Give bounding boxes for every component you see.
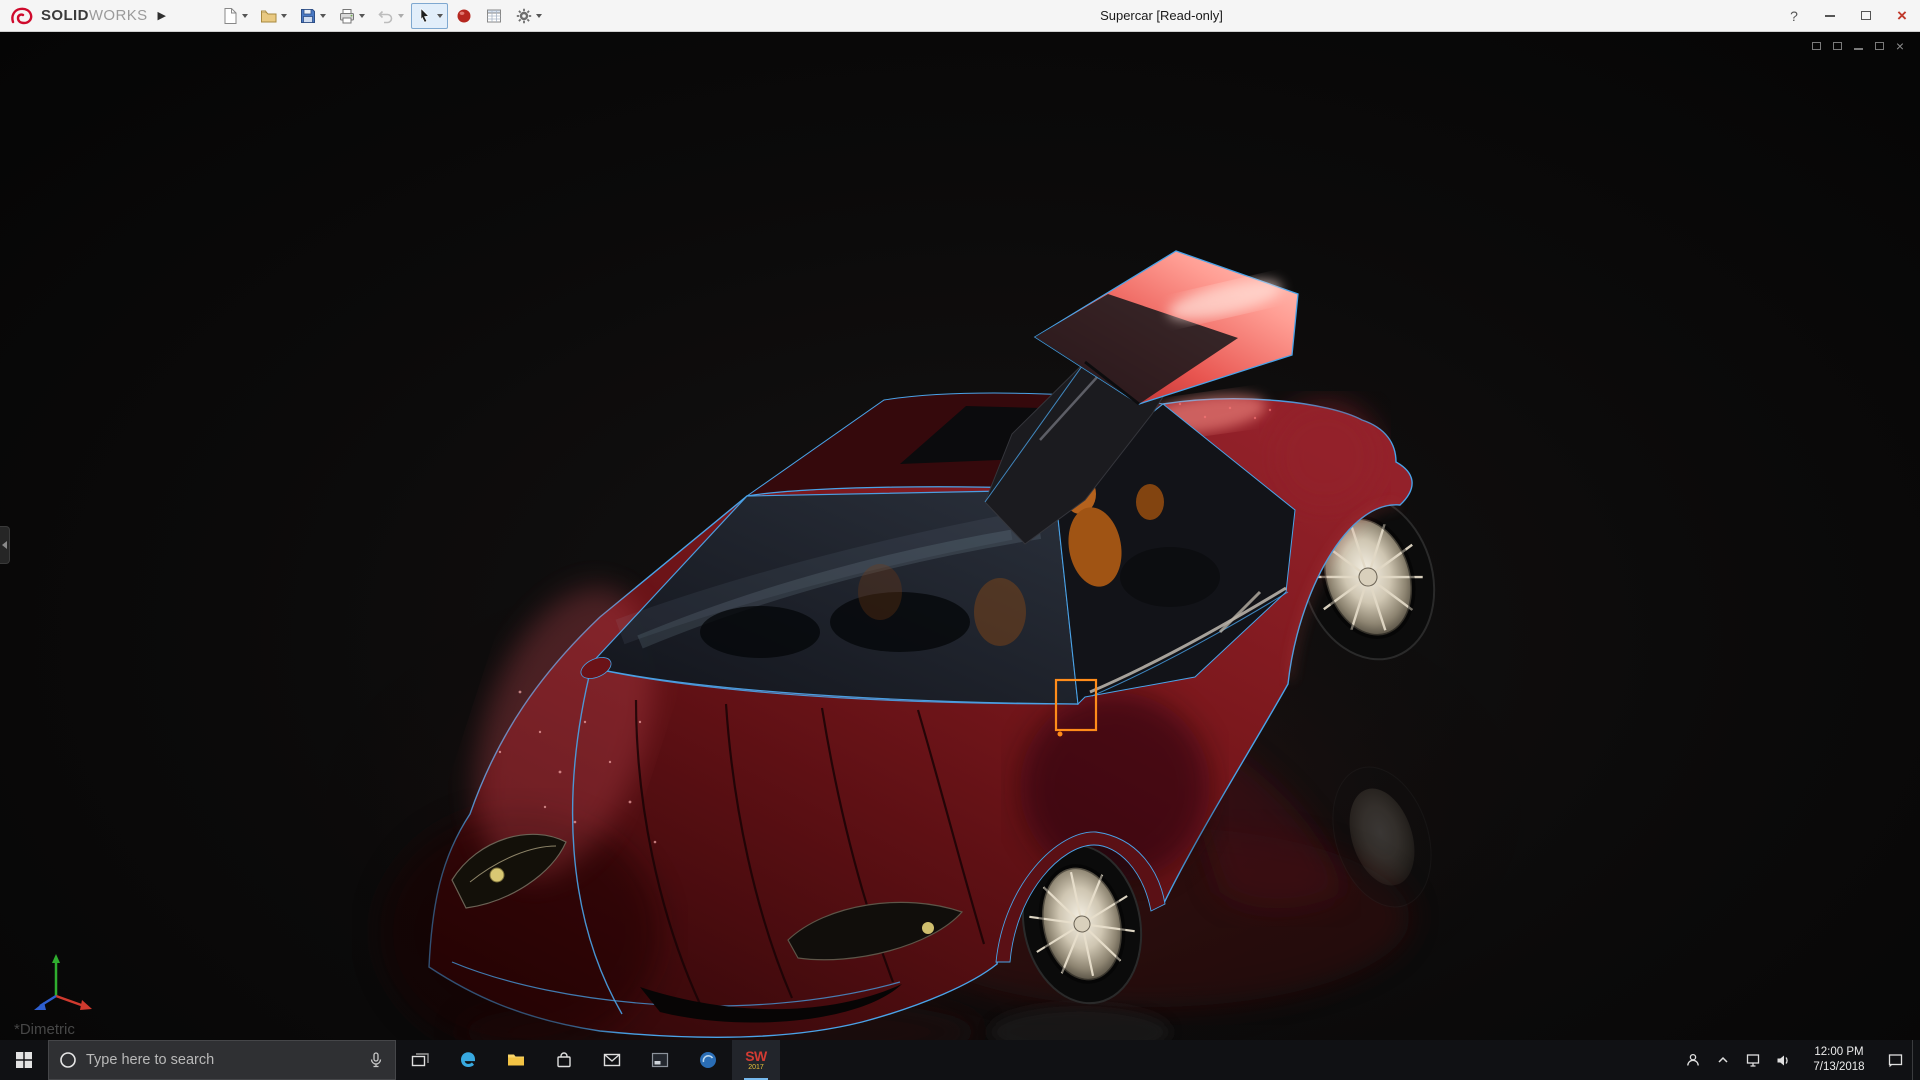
- doc-restore-icon[interactable]: [1833, 42, 1842, 50]
- appearances-button[interactable]: [450, 3, 478, 29]
- envelope-icon: [602, 1050, 622, 1070]
- app-window-icon: [650, 1050, 670, 1070]
- gear-icon: [515, 7, 533, 25]
- windows-logo-icon: [14, 1050, 34, 1070]
- composer-app-button[interactable]: [684, 1040, 732, 1080]
- brand-works: WORKS: [89, 7, 148, 24]
- folder-icon: [506, 1050, 526, 1070]
- doc-close-icon[interactable]: ×: [1896, 40, 1904, 52]
- mail-button[interactable]: [588, 1040, 636, 1080]
- maximize-button[interactable]: [1848, 0, 1884, 32]
- new-document-button[interactable]: [216, 3, 253, 29]
- doc-minimize-icon[interactable]: [1854, 48, 1863, 50]
- edge-icon: [458, 1050, 478, 1070]
- chevron-down-icon: [242, 14, 248, 18]
- network-icon: [1745, 1052, 1761, 1068]
- window-title: Supercar [Read-only]: [547, 8, 1776, 23]
- composer-icon: [698, 1050, 718, 1070]
- options-button[interactable]: [510, 3, 547, 29]
- edge-button[interactable]: [444, 1040, 492, 1080]
- window-controls: ? ×: [1776, 0, 1920, 32]
- microphone-icon[interactable]: [367, 1051, 385, 1069]
- chevron-down-icon: [536, 14, 542, 18]
- 3d-model-supercar[interactable]: [0, 32, 1920, 1040]
- undo-icon: [377, 7, 395, 25]
- minimize-button[interactable]: [1812, 0, 1848, 32]
- minimize-icon: [1825, 15, 1835, 17]
- solidworks-2017-button[interactable]: SW 2017: [732, 1040, 780, 1080]
- close-icon: ×: [1897, 6, 1907, 26]
- close-button[interactable]: ×: [1884, 0, 1920, 32]
- solidworks-logo: SOLIDWORKS: [0, 6, 154, 26]
- print-icon: [338, 7, 356, 25]
- print-button[interactable]: [333, 3, 370, 29]
- graphics-viewport[interactable]: × *Dimetric: [0, 32, 1920, 1040]
- speaker-icon: [1775, 1052, 1791, 1068]
- menu-flyout-arrow[interactable]: ▶: [158, 9, 166, 22]
- shopping-bag-icon: [554, 1050, 574, 1070]
- chevron-down-icon: [398, 14, 404, 18]
- chevron-left-icon: [2, 541, 7, 549]
- undo-button[interactable]: [372, 3, 409, 29]
- select-cursor-icon: [416, 7, 434, 25]
- media-app-button[interactable]: [636, 1040, 684, 1080]
- help-icon: ?: [1790, 8, 1798, 24]
- clock[interactable]: 12:00 PM 7/13/2018: [1800, 1045, 1878, 1075]
- titlebar: SOLIDWORKS ▶: [0, 0, 1920, 32]
- network-button[interactable]: [1740, 1040, 1766, 1080]
- solidworks-app-label: SW: [745, 1049, 767, 1063]
- appearance-ball-icon: [455, 7, 473, 25]
- select-tool-button[interactable]: [411, 3, 448, 29]
- chevron-down-icon: [320, 14, 326, 18]
- toolbar: [216, 3, 547, 29]
- start-button[interactable]: [0, 1040, 48, 1080]
- cortana-icon: [59, 1051, 77, 1069]
- doc-maximize-icon[interactable]: [1875, 42, 1884, 50]
- search-box[interactable]: [48, 1040, 396, 1080]
- maximize-icon: [1861, 11, 1871, 20]
- show-desktop-strip[interactable]: [1912, 1040, 1918, 1080]
- chevron-down-icon: [359, 14, 365, 18]
- design-table-button[interactable]: [480, 3, 508, 29]
- search-input[interactable]: [86, 1052, 358, 1068]
- brand-solid: SOLID: [41, 7, 89, 24]
- view-orientation-label: *Dimetric: [14, 1021, 75, 1038]
- action-center-icon: [1887, 1052, 1904, 1069]
- file-explorer-button[interactable]: [492, 1040, 540, 1080]
- document-window-controls: ×: [1812, 40, 1904, 52]
- open-button[interactable]: [255, 3, 292, 29]
- orientation-triad: [22, 950, 106, 1022]
- volume-button[interactable]: [1770, 1040, 1796, 1080]
- help-button[interactable]: ?: [1776, 0, 1812, 32]
- chevron-up-icon: [1715, 1052, 1731, 1068]
- doc-restore-icon[interactable]: [1812, 42, 1821, 50]
- desktop: { "titlebar": { "brand_solid": "SOLID", …: [0, 0, 1920, 1080]
- new-document-icon: [221, 7, 239, 25]
- save-icon: [299, 7, 317, 25]
- chevron-down-icon: [437, 14, 443, 18]
- solidworks-2017-icon: SW 2017: [745, 1049, 767, 1071]
- clock-date: 7/13/2018: [1800, 1060, 1878, 1075]
- task-view-button[interactable]: [396, 1040, 444, 1080]
- store-button[interactable]: [540, 1040, 588, 1080]
- chevron-down-icon: [281, 14, 287, 18]
- feature-panel-flyout-tab[interactable]: [0, 526, 10, 564]
- action-center-button[interactable]: [1882, 1040, 1908, 1080]
- save-button[interactable]: [294, 3, 331, 29]
- solidworks-app-year: 2017: [748, 1064, 764, 1071]
- open-folder-icon: [260, 7, 278, 25]
- clock-time: 12:00 PM: [1800, 1045, 1878, 1060]
- brand-text: SOLIDWORKS: [41, 7, 148, 24]
- people-button[interactable]: [1680, 1040, 1706, 1080]
- design-table-icon: [485, 7, 503, 25]
- ds-logo-icon: [10, 6, 36, 26]
- taskbar: SW 2017 12:0: [0, 1040, 1920, 1080]
- person-icon: [1685, 1052, 1701, 1068]
- tray-overflow-button[interactable]: [1710, 1040, 1736, 1080]
- task-view-icon: [410, 1051, 430, 1069]
- system-tray: 12:00 PM 7/13/2018: [1680, 1040, 1920, 1080]
